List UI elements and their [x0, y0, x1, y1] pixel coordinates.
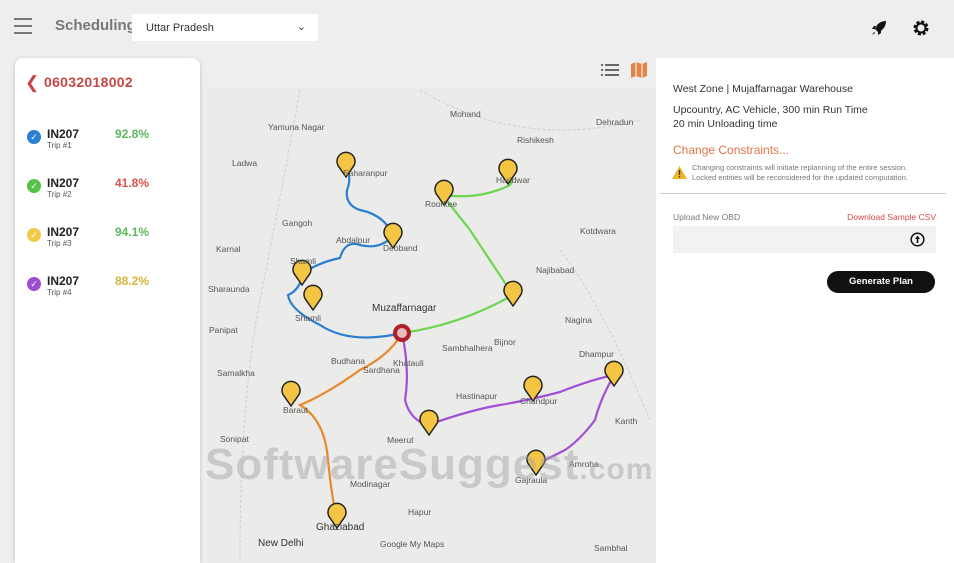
place-label: Shamli [295, 313, 321, 323]
utilization-percent: 41.8% [115, 176, 150, 190]
stop-pin[interactable] [303, 284, 323, 312]
place-label: Baraut [283, 405, 309, 415]
warning-line-2: Locked entities will be reconsidered for… [692, 173, 908, 182]
map-view-icon[interactable] [631, 62, 647, 78]
trip-number: Trip #4 [47, 288, 72, 297]
region-value: Uttar Pradesh [146, 22, 214, 34]
upload-icon[interactable] [910, 232, 925, 247]
change-constraints-link[interactable]: Change Constraints... [673, 143, 789, 157]
page-title: Scheduling [55, 17, 136, 34]
gear-icon[interactable] [911, 18, 931, 38]
place-label: Gajraula [515, 475, 547, 485]
place-label: New Delhi [258, 538, 304, 549]
trip-item[interactable]: ✓ IN207 Trip #3 94.1% [27, 225, 187, 261]
trips-panel: ❮ 06032018002 ✓ IN207 Trip #1 92.8% ✓ IN2… [15, 58, 200, 563]
warehouse-marker[interactable] [393, 324, 411, 342]
trip-item[interactable]: ✓ IN207 Trip #4 88.2% [27, 274, 187, 310]
place-label: Najibabad [536, 265, 575, 275]
place-label: Roorkee [425, 199, 457, 209]
place-label: Sambhalhera [442, 343, 493, 353]
unloading-info: 20 min Unloading time [673, 118, 778, 130]
trip-item[interactable]: ✓ IN207 Trip #1 92.8% [27, 127, 187, 163]
menu-icon[interactable] [14, 18, 32, 34]
place-label: Dhampur [579, 349, 614, 359]
trip-number: Trip #2 [47, 190, 72, 199]
vehicle-name: IN207 [47, 127, 80, 141]
place-label: Ladwa [232, 158, 257, 168]
place-label: Nagina [565, 315, 592, 325]
vehicle-info: Upcountry, AC Vehicle, 300 min Run Time [673, 104, 868, 116]
vehicle-name: IN207 [47, 225, 80, 239]
place-label: Chandpur [520, 396, 558, 406]
check-icon[interactable]: ✓ [27, 228, 41, 242]
place-label: Dehradun [596, 117, 634, 127]
stop-pin[interactable] [281, 380, 301, 408]
map-credit: Google My Maps [380, 539, 444, 549]
place-label: Deoband [383, 243, 418, 253]
check-icon[interactable]: ✓ [27, 130, 41, 144]
place-label: Yamuna Nagar [268, 122, 325, 132]
zone-label: West Zone | Mujaffarnagar Warehouse [673, 83, 853, 95]
utilization-percent: 88.2% [115, 274, 150, 288]
obd-file-input[interactable] [673, 226, 936, 253]
place-label: Samalkha [217, 368, 255, 378]
utilization-percent: 92.8% [115, 127, 150, 141]
stop-pin[interactable] [419, 409, 439, 437]
download-sample-csv-link[interactable]: Download Sample CSV [847, 212, 936, 222]
place-label: Karnal [216, 244, 241, 254]
check-icon[interactable]: ✓ [27, 277, 41, 291]
place-label: Haridwar [496, 175, 530, 185]
top-bar: Scheduling Uttar Pradesh ⌄ [0, 0, 954, 56]
back-icon[interactable]: ❮ [25, 73, 39, 93]
place-label: Mohand [450, 109, 481, 119]
constraints-panel: West Zone | Mujaffarnagar Warehouse Upco… [656, 58, 954, 563]
vehicle-name: IN207 [47, 176, 80, 190]
generate-plan-button[interactable]: Generate Plan [827, 271, 935, 293]
place-label: Abdalpur [336, 235, 370, 245]
place-label: Modinagar [350, 479, 390, 489]
place-label: Sardhana [363, 365, 400, 375]
place-label: Sharaunda [208, 284, 250, 294]
stop-pin[interactable] [526, 449, 546, 477]
trip-item[interactable]: ✓ IN207 Trip #2 41.8% [27, 176, 187, 212]
utilization-percent: 94.1% [115, 225, 150, 239]
chevron-down-icon: ⌄ [296, 21, 306, 33]
place-label: Amroha [569, 459, 599, 469]
place-label: Meerut [387, 435, 414, 445]
place-label: Panipat [209, 325, 238, 335]
place-label: Saharanpur [343, 168, 388, 178]
upload-label: Upload New OBD [673, 212, 741, 222]
warning-line-1: Changing constraints will initiate repla… [692, 163, 908, 172]
place-label: Bijnor [494, 337, 516, 347]
place-label: Rishikesh [517, 135, 554, 145]
place-label: Ghaziabad [316, 522, 364, 533]
stop-pin[interactable] [604, 360, 624, 388]
place-label: Hapur [408, 507, 431, 517]
vehicle-name: IN207 [47, 274, 80, 288]
place-label: Kotdwara [580, 226, 616, 236]
check-icon[interactable]: ✓ [27, 179, 41, 193]
divider [660, 193, 946, 194]
place-label: Kanth [615, 416, 637, 426]
warning-text: Changing constraints will initiate repla… [692, 163, 908, 183]
map-view[interactable]: Yamuna Nagar Saharanpur Roorkee Haridwar Ris… [207, 88, 656, 563]
place-label: Muzaffarnagar [372, 303, 437, 314]
place-label: Sonipat [220, 434, 249, 444]
place-label: Sambhal [594, 543, 628, 553]
schedule-code: 06032018002 [44, 74, 133, 90]
trip-number: Trip #3 [47, 239, 72, 248]
list-view-icon[interactable] [601, 62, 619, 78]
rocket-icon[interactable] [869, 18, 889, 38]
region-select[interactable]: Uttar Pradesh ⌄ [132, 14, 318, 41]
place-label: Gangoh [282, 218, 313, 228]
trip-number: Trip #1 [47, 141, 72, 150]
stop-pin[interactable] [503, 280, 523, 308]
warning-icon [672, 166, 687, 179]
place-label: Hastinapur [456, 391, 497, 401]
place-label: Shamli [290, 256, 316, 266]
place-label: Budhana [331, 356, 365, 366]
